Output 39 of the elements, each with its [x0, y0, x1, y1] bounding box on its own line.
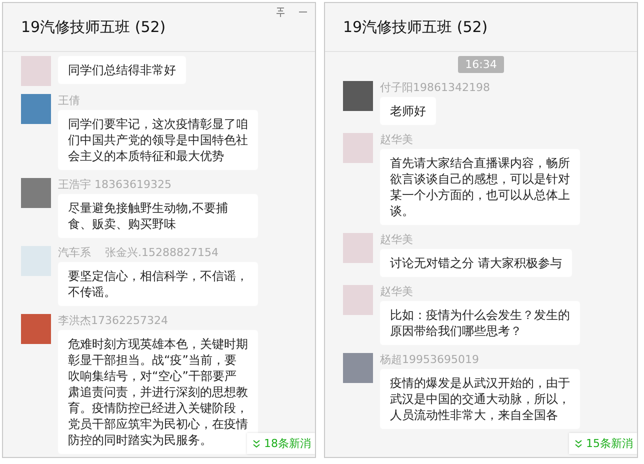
sender-name: 赵华美 [380, 133, 413, 146]
message-bubble: 讨论无对错之分 请大家积极参与 [380, 249, 572, 277]
chat-title: 19汽修技师五班 (52) [343, 18, 488, 36]
timestamp: 16:34 [458, 56, 504, 73]
message-bubble: 尽量避免接触野生动物,不要捕食、贩卖、购买野味 [58, 194, 258, 238]
message-bubble: 要坚定信心，相信科学，不信谣，不传谣。 [58, 262, 258, 306]
sender-name: 王浩宇 18363619325 [58, 178, 172, 191]
minimize-icon[interactable] [299, 11, 307, 13]
sender-name: 李洪杰17362257324 [58, 314, 168, 327]
avatar-image[interactable] [343, 353, 373, 383]
message-bubble: 比如：疫情为什么会发生？发生的原因带给我们哪些思考？ [380, 301, 580, 345]
sender-name: 张金兴.15288827154 [105, 246, 218, 259]
double-chevron-icon [575, 440, 582, 448]
message-bubble: 危难时刻方现英雄本色，关键时期彰显干部担当。战“疫”当前，要吹响集结号，对“空心”干部要严肃追责问责，并进行深刻的思想教育。疫情防控已经进入关键阶段，党员干部应筑牢为民初心，在疫情防控的同时踏实为民服务。 [58, 330, 258, 454]
message-bubble: 首先请大家结合直播课内容，畅所欲言谈谈自己的感想，可以是针对某一个小方面的，也可以从总体上谈。 [380, 149, 580, 225]
sender-name: 赵华美 [380, 233, 413, 246]
avatar-image[interactable] [21, 314, 51, 344]
message-bubble: 同学们要牢记，这次疫情彰显了咱们中国共产党的领导是中国特色社会主义的本质特征和最大优势 [58, 110, 258, 170]
group-tag: 汽车系 [58, 246, 91, 259]
avatar-image[interactable] [343, 233, 373, 263]
avatar-image[interactable] [343, 81, 373, 111]
sender-name: 付子阳19861342198 [380, 81, 490, 94]
sender-name: 王倩 [58, 94, 80, 107]
avatar-image[interactable] [21, 246, 51, 276]
message-bubble: 疫情的爆发是从武汉开始的，由于武汉是中国的交通大动脉，所以，人员流动性非常大，来自全国各 [380, 369, 580, 429]
sender-name: 赵华美 [380, 285, 413, 298]
new-messages-toast[interactable]: 18条新消 [247, 433, 315, 454]
chat-title: 19汽修技师五班 (52) [21, 18, 166, 36]
avatar-image[interactable] [343, 285, 373, 315]
message-bubble: 同学们总结得非常好 [58, 56, 186, 84]
double-chevron-icon [253, 440, 260, 448]
avatar-image[interactable] [343, 133, 373, 163]
pin-icon[interactable] [276, 7, 285, 17]
sender-name: 杨超19953695019 [380, 353, 479, 366]
avatar-image[interactable] [21, 178, 51, 208]
message-bubble: 老师好 [380, 97, 436, 125]
new-messages-toast[interactable]: 15条新消 [569, 433, 637, 454]
avatar-image[interactable] [21, 94, 51, 124]
avatar-image[interactable] [21, 56, 51, 86]
